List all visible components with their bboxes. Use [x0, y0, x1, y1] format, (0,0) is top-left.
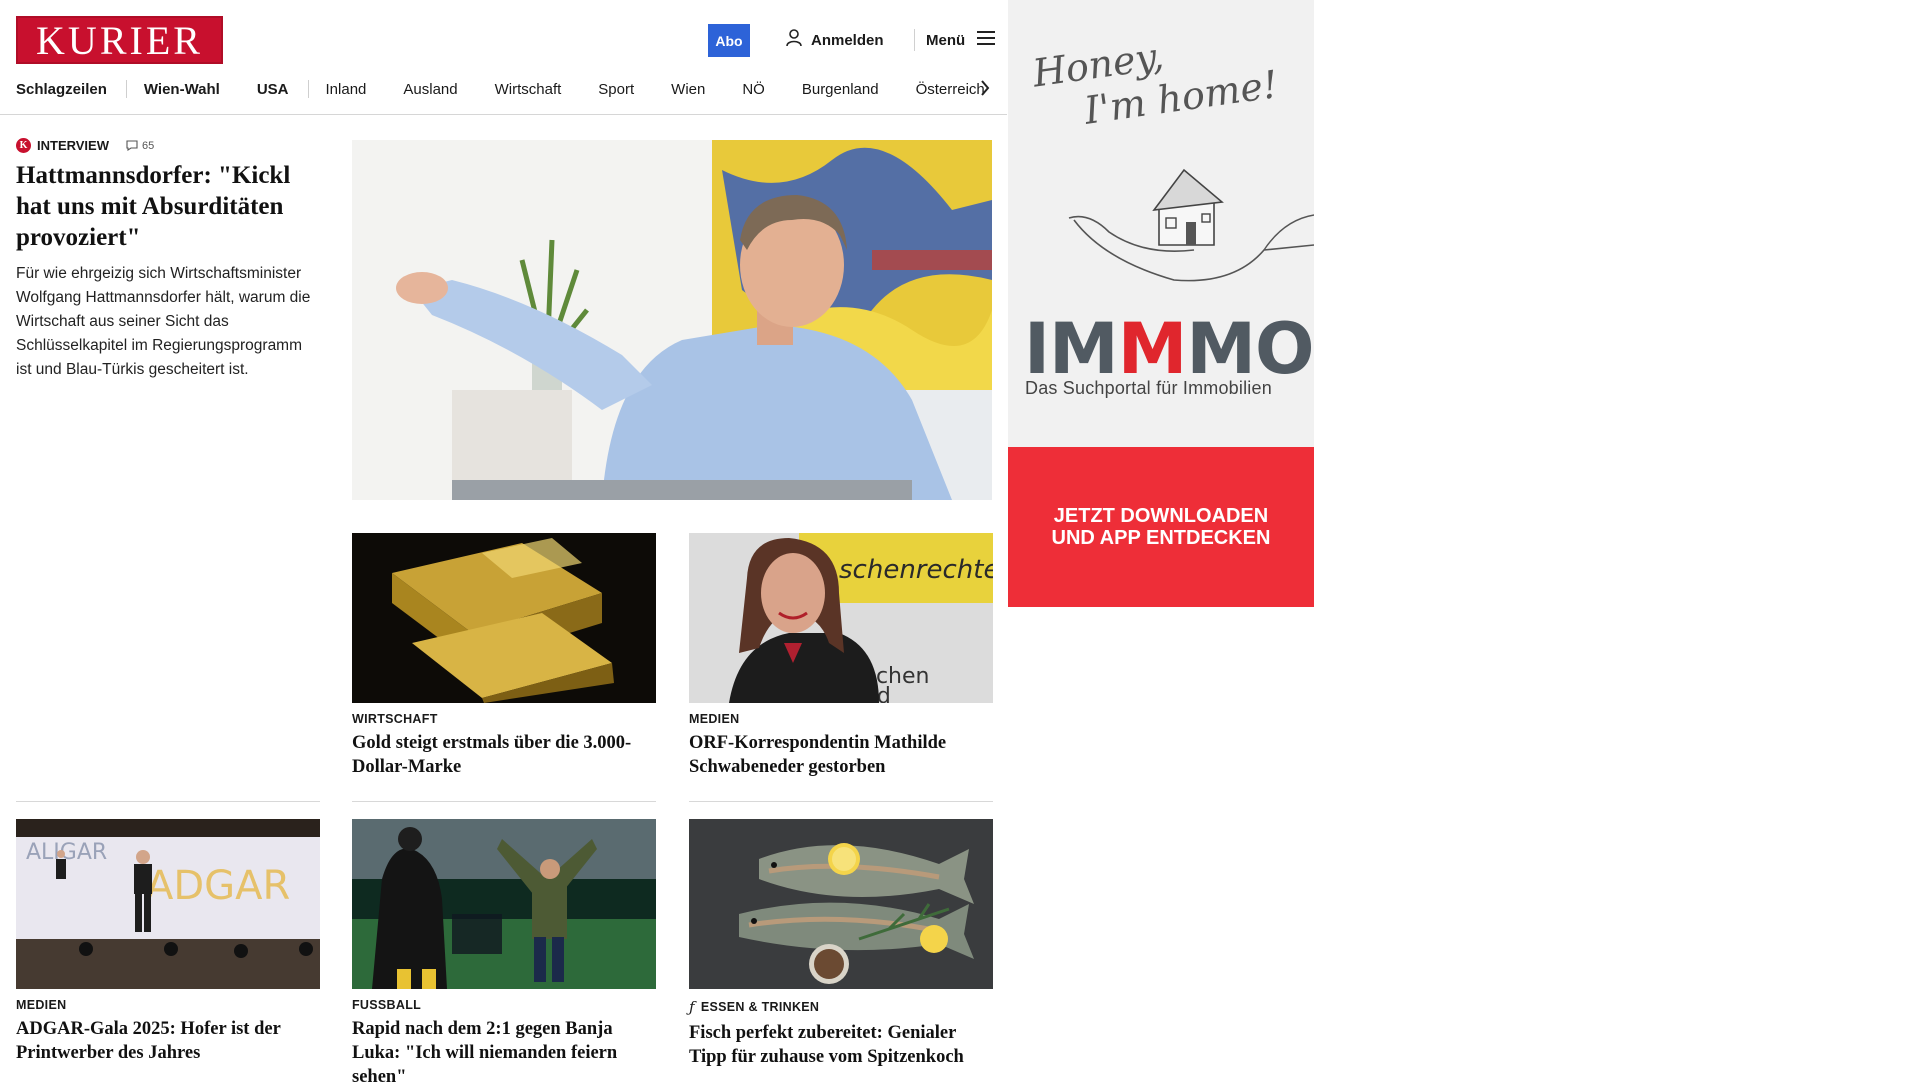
card-headline[interactable]: Rapid nach dem 2:1 gegen Banja Luka: "Ic…	[352, 1017, 656, 1089]
lead-teaser: Für wie ehrgeizig sich Wirtschaftsminist…	[16, 265, 311, 378]
nav-divider	[125, 80, 127, 98]
kurier-plus-badge: K	[16, 138, 31, 153]
card-category[interactable]: WIRTSCHAFT	[352, 712, 656, 726]
article-card[interactable]: ADGAR ALIGAR MEDIEN ADGAR-Gala 2025: Hof…	[16, 819, 320, 1065]
nav-item-schlagzeilen[interactable]: Schlagzeilen	[16, 81, 107, 98]
card-image-adgar[interactable]: ADGAR ALIGAR	[16, 819, 320, 989]
nav-item-inland[interactable]: Inland	[326, 81, 367, 98]
lead-category[interactable]: INTERVIEW	[37, 138, 109, 153]
article-card[interactable]: WIRTSCHAFT Gold steigt erstmals über die…	[352, 533, 656, 779]
card-headline[interactable]: ADGAR-Gala 2025: Hofer ist der Printwerb…	[16, 1017, 320, 1065]
kurier-logo[interactable]: KURIER	[16, 16, 223, 64]
svg-text:schenrechte: schenrechte	[839, 555, 993, 585]
card-headline[interactable]: Fisch perfekt zubereitet: Genialer Tipp …	[689, 1021, 993, 1069]
hamburger-icon	[977, 31, 996, 49]
card-image-football[interactable]	[352, 819, 656, 989]
ad-tagline: Das Suchportal für Immobilien	[1025, 378, 1272, 398]
card-category[interactable]: MEDIEN	[16, 998, 320, 1012]
nav-item-usa[interactable]: USA	[257, 81, 289, 98]
row-divider	[689, 801, 993, 802]
ad-cta-line1: JETZT DOWNLOADEN	[1053, 505, 1269, 527]
login-button[interactable]: Anmelden	[786, 28, 884, 52]
house-in-hand-illustration	[1068, 168, 1314, 282]
card-image-portrait[interactable]: schenrechte enschen und	[689, 533, 993, 703]
nav-item-wien-wahl[interactable]: Wien-Wahl	[144, 81, 220, 98]
comment-icon	[126, 140, 138, 151]
ad-download-button[interactable]: JETZT DOWNLOADEN UND APP ENTDECKEN	[1008, 447, 1314, 607]
section-nav: Schlagzeilen Wien-Wahl USA Inland Auslan…	[16, 76, 1022, 102]
card-category[interactable]: MEDIEN	[689, 712, 993, 726]
site-header: KURIER Abo Anmelden Menü Schlagzeilen Wi…	[0, 0, 1007, 115]
card-headline[interactable]: Gold steigt erstmals über die 3.000-Doll…	[352, 731, 656, 779]
card-headline[interactable]: ORF-Korrespondentin Mathilde Schwabenede…	[689, 731, 993, 779]
nav-divider	[307, 80, 309, 98]
ad-cta-line2: UND APP ENTDECKEN	[1051, 527, 1271, 549]
header-divider	[914, 29, 915, 51]
article-card[interactable]: ƒ ESSEN & TRINKEN Fisch perfekt zubereit…	[689, 819, 993, 1069]
abo-button[interactable]: Abo	[708, 24, 750, 57]
card-image-fish[interactable]	[689, 819, 993, 989]
nav-item-ausland[interactable]: Ausland	[403, 81, 457, 98]
comment-count-value: 65	[142, 139, 155, 152]
nav-scroll-right-button[interactable]	[973, 75, 997, 101]
nav-item-burgenland[interactable]: Burgenland	[802, 81, 879, 98]
menu-label: Menü	[926, 31, 966, 49]
svg-text:ALIGAR: ALIGAR	[26, 840, 107, 865]
row-divider	[16, 801, 320, 802]
card-category[interactable]: FUSSBALL	[352, 998, 656, 1012]
immmo-ad[interactable]: Honey, I'm home! IMMMO Das Suchportal fü…	[1008, 0, 1314, 607]
nav-item-noe[interactable]: NÖ	[742, 81, 765, 98]
lead-headline[interactable]: Hattmannsdorfer: "Kickl hat uns mit Absu…	[16, 160, 316, 253]
nav-item-wirtschaft[interactable]: Wirtschaft	[495, 81, 562, 98]
lead-image[interactable]	[352, 140, 992, 500]
nav-item-sport[interactable]: Sport	[598, 81, 634, 98]
row-divider	[352, 801, 656, 802]
lead-kicker: K INTERVIEW 65	[16, 138, 154, 153]
login-label: Anmelden	[811, 31, 884, 49]
user-icon	[786, 29, 802, 51]
chevron-right-icon	[981, 80, 990, 96]
article-card[interactable]: FUSSBALL Rapid nach dem 2:1 gegen Banja …	[352, 819, 656, 1089]
main-content: KURIER Abo Anmelden Menü Schlagzeilen Wi…	[0, 0, 1007, 1087]
article-card[interactable]: schenrechte enschen und MEDIEN ORF-Korre…	[689, 533, 993, 779]
essen-trinken-icon: ƒ	[689, 998, 695, 1016]
nav-item-wien[interactable]: Wien	[671, 81, 705, 98]
svg-text:ADGAR: ADGAR	[146, 863, 290, 909]
card-image-gold[interactable]	[352, 533, 656, 703]
menu-button[interactable]: Menü	[926, 28, 996, 52]
card-category-label: ESSEN & TRINKEN	[700, 1000, 820, 1014]
comment-count[interactable]: 65	[126, 140, 154, 152]
ad-script-text: Honey, I'm home!	[1030, 18, 1281, 139]
card-category[interactable]: ƒ ESSEN & TRINKEN	[689, 998, 993, 1016]
